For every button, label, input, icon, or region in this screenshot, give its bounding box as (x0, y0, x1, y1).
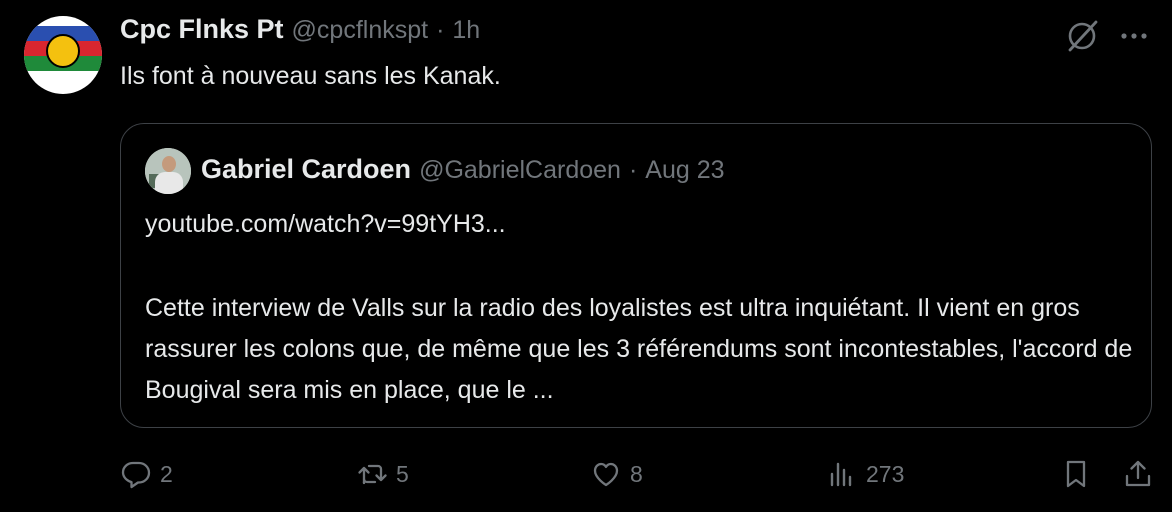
tweet-text: Ils font à nouveau sans les Kanak. (120, 62, 501, 90)
quoted-author-name[interactable]: Gabriel Cardoen (201, 154, 411, 185)
author-handle[interactable]: @cpcflnkspt (292, 16, 429, 45)
quoted-author-handle[interactable]: @GabrielCardoen (419, 156, 621, 185)
share-icon (1125, 460, 1151, 487)
views-icon (830, 462, 852, 487)
quoted-tweet[interactable]: Gabriel Cardoen @GabrielCardoen · Aug 23… (120, 123, 1152, 428)
share-button[interactable] (1122, 450, 1154, 498)
retweet-icon (358, 464, 387, 485)
quoted-header-separator: · (628, 156, 638, 184)
reply-icon (121, 461, 151, 489)
quoted-tweet-timestamp[interactable]: Aug 23 (645, 156, 724, 185)
reply-button[interactable]: 2 (120, 450, 173, 498)
grok-icon[interactable] (1064, 18, 1100, 54)
quoted-tweet-link[interactable]: youtube.com/watch?v=99tYH3... (145, 210, 506, 239)
views-count: 273 (866, 460, 905, 487)
like-icon (593, 462, 619, 487)
tweet-header: Cpc Flnks Pt @cpcflnkspt · 1h (120, 14, 480, 54)
tweet-timestamp[interactable]: 1h (452, 16, 480, 45)
bookmark-button[interactable] (1060, 450, 1092, 498)
header-separator: · (436, 16, 445, 44)
author-avatar[interactable] (24, 16, 102, 94)
quoted-tweet-text: Cette interview de Valls sur la radio de… (145, 294, 1133, 404)
retweet-count: 5 (396, 460, 409, 487)
quoted-tweet-header: Gabriel Cardoen @GabrielCardoen · Aug 23 (201, 154, 725, 185)
like-button[interactable]: 8 (590, 450, 643, 498)
more-icon[interactable] (1116, 22, 1152, 50)
like-count: 8 (630, 460, 643, 487)
tweet-action-bar: 2 5 8 273 (120, 450, 1160, 498)
bookmark-icon (1066, 460, 1086, 488)
author-name[interactable]: Cpc Flnks Pt (120, 14, 284, 45)
quoted-author-avatar[interactable] (145, 148, 191, 194)
views-button[interactable]: 273 (826, 450, 904, 498)
flag-emblem (46, 34, 80, 68)
reply-count: 2 (160, 460, 173, 487)
retweet-button[interactable]: 5 (356, 450, 409, 498)
